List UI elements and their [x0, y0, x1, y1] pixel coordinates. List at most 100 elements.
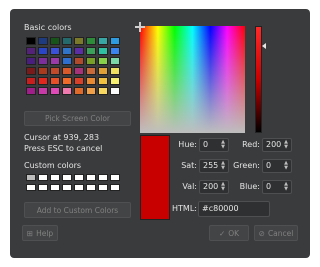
- cancel-icon: ⊘: [258, 228, 265, 238]
- val-label: Val:: [182, 182, 197, 191]
- checkmark-icon: ✓: [218, 228, 226, 238]
- spin-arrows-icon[interactable]: ▲ ▼: [284, 182, 288, 192]
- basic-color-swatch[interactable]: [50, 47, 60, 55]
- spin-arrows-icon[interactable]: ▲ ▼: [284, 140, 288, 150]
- basic-color-swatch[interactable]: [62, 47, 72, 55]
- basic-color-swatch[interactable]: [38, 37, 48, 45]
- basic-color-swatch[interactable]: [38, 77, 48, 85]
- basic-color-swatch[interactable]: [38, 67, 48, 75]
- spin-arrows-icon[interactable]: ▲ ▼: [221, 161, 225, 171]
- basic-color-swatch[interactable]: [74, 87, 84, 95]
- basic-color-swatch[interactable]: [74, 47, 84, 55]
- hue-spinbox[interactable]: 0 ▲ ▼: [199, 138, 229, 152]
- spin-arrows-icon[interactable]: ▲ ▼: [221, 182, 225, 192]
- basic-color-swatch[interactable]: [98, 77, 108, 85]
- add-to-custom-colors-button[interactable]: Add to Custom Colors: [24, 202, 131, 218]
- custom-color-swatch[interactable]: [74, 184, 84, 191]
- basic-color-swatch[interactable]: [98, 37, 108, 45]
- color-spectrum[interactable]: [140, 26, 245, 133]
- red-spinbox[interactable]: 200 ▲ ▼: [262, 138, 292, 152]
- basic-color-swatch[interactable]: [86, 47, 96, 55]
- basic-colors-grid: [26, 37, 120, 95]
- luminance-marker-icon[interactable]: [262, 43, 266, 49]
- basic-color-swatch[interactable]: [62, 67, 72, 75]
- basic-color-swatch[interactable]: [98, 57, 108, 65]
- basic-color-swatch[interactable]: [98, 87, 108, 95]
- spin-arrows-icon[interactable]: ▲ ▼: [221, 140, 225, 150]
- basic-color-swatch[interactable]: [110, 47, 120, 55]
- basic-color-swatch[interactable]: [38, 47, 48, 55]
- help-icon: ⊞: [26, 228, 34, 238]
- basic-color-swatch[interactable]: [50, 57, 60, 65]
- blue-spinbox[interactable]: 0 ▲ ▼: [262, 180, 292, 194]
- basic-color-swatch[interactable]: [26, 77, 36, 85]
- basic-color-swatch[interactable]: [50, 87, 60, 95]
- basic-color-swatch[interactable]: [38, 57, 48, 65]
- custom-color-swatch[interactable]: [50, 184, 60, 191]
- basic-color-swatch[interactable]: [26, 37, 36, 45]
- basic-color-swatch[interactable]: [98, 47, 108, 55]
- basic-color-swatch[interactable]: [26, 47, 36, 55]
- basic-color-swatch[interactable]: [26, 67, 36, 75]
- green-spinbox[interactable]: 0 ▲ ▼: [262, 159, 292, 173]
- basic-color-swatch[interactable]: [62, 87, 72, 95]
- spin-arrows-icon[interactable]: ▲ ▼: [284, 161, 288, 171]
- help-button[interactable]: ⊞ Help: [22, 225, 58, 241]
- pick-screen-color-button[interactable]: Pick Screen Color: [24, 111, 131, 126]
- basic-color-swatch[interactable]: [26, 57, 36, 65]
- sat-spinbox[interactable]: 255 ▲ ▼: [199, 159, 229, 173]
- color-preview: [140, 135, 170, 220]
- red-label: Red:: [242, 140, 260, 149]
- custom-color-swatch[interactable]: [98, 184, 108, 191]
- basic-color-swatch[interactable]: [50, 77, 60, 85]
- press-esc-text: Press ESC to cancel: [24, 144, 103, 153]
- custom-color-swatch[interactable]: [26, 184, 36, 191]
- custom-colors-grid: [26, 174, 120, 191]
- hue-label: Hue:: [178, 140, 197, 149]
- basic-color-swatch[interactable]: [26, 87, 36, 95]
- basic-color-swatch[interactable]: [74, 67, 84, 75]
- basic-color-swatch[interactable]: [110, 67, 120, 75]
- basic-color-swatch[interactable]: [86, 37, 96, 45]
- basic-color-swatch[interactable]: [86, 57, 96, 65]
- custom-color-swatch[interactable]: [62, 174, 72, 181]
- basic-color-swatch[interactable]: [50, 37, 60, 45]
- basic-color-swatch[interactable]: [110, 87, 120, 95]
- html-color-input[interactable]: #c80000: [198, 201, 270, 217]
- basic-color-swatch[interactable]: [86, 87, 96, 95]
- basic-color-swatch[interactable]: [86, 67, 96, 75]
- basic-color-swatch[interactable]: [74, 37, 84, 45]
- cancel-button[interactable]: ⊘ Cancel: [254, 225, 298, 241]
- luminance-slider[interactable]: [255, 26, 262, 133]
- basic-color-swatch[interactable]: [86, 77, 96, 85]
- basic-color-swatch[interactable]: [50, 67, 60, 75]
- custom-color-swatch[interactable]: [62, 184, 72, 191]
- custom-color-swatch[interactable]: [110, 184, 120, 191]
- basic-color-swatch[interactable]: [74, 57, 84, 65]
- val-spinbox[interactable]: 200 ▲ ▼: [199, 180, 229, 194]
- basic-color-swatch[interactable]: [62, 37, 72, 45]
- custom-color-swatch[interactable]: [26, 174, 36, 181]
- custom-color-swatch[interactable]: [110, 174, 120, 181]
- ok-button[interactable]: ✓ OK: [209, 225, 249, 241]
- basic-color-swatch[interactable]: [110, 37, 120, 45]
- basic-color-swatch[interactable]: [98, 67, 108, 75]
- custom-color-swatch[interactable]: [74, 174, 84, 181]
- basic-color-swatch[interactable]: [74, 77, 84, 85]
- custom-color-swatch[interactable]: [86, 174, 96, 181]
- basic-colors-label: Basic colors: [24, 23, 72, 32]
- basic-color-swatch[interactable]: [38, 87, 48, 95]
- blue-label: Blue:: [239, 182, 260, 191]
- custom-color-swatch[interactable]: [98, 174, 108, 181]
- basic-color-swatch[interactable]: [62, 77, 72, 85]
- custom-color-swatch[interactable]: [38, 184, 48, 191]
- green-label: Green:: [233, 161, 260, 170]
- basic-color-swatch[interactable]: [110, 77, 120, 85]
- color-dialog: Basic colors Pick Screen Color Cursor at…: [10, 9, 310, 258]
- basic-color-swatch[interactable]: [110, 57, 120, 65]
- basic-color-swatch[interactable]: [62, 57, 72, 65]
- custom-color-swatch[interactable]: [86, 184, 96, 191]
- custom-color-swatch[interactable]: [38, 174, 48, 181]
- custom-color-swatch[interactable]: [50, 174, 60, 181]
- cursor-position-text: Cursor at 939, 283: [24, 133, 100, 142]
